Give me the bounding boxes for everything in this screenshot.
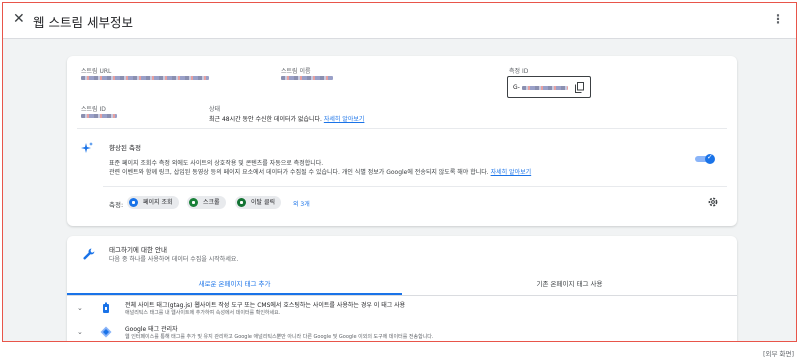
sparkle-icon — [81, 142, 93, 153]
enhanced-learn-more-link[interactable]: 자세히 알아보기 — [491, 169, 532, 176]
chip-label: 스크롤 — [203, 199, 220, 206]
stream-id-value-redacted — [81, 114, 117, 118]
measuring-label: 측정: — [109, 201, 124, 209]
stream-details-card: 스트림 URL 스트림 이름 측정 ID G- 스트림 ID 상태 최근 48시… — [67, 56, 737, 226]
status-text: 최근 48시간 동안 수신한 데이터가 없습니다. 자세히 알아보기 — [209, 114, 364, 123]
chevron-down-icon[interactable]: ⌄ — [77, 304, 83, 312]
web-stream-details-panel: ✕ 웹 스트림 세부정보 ⋮ 스트림 URL 스트림 이름 측정 ID G- 스… — [2, 2, 797, 342]
stream-name-label: 스트림 이름 — [281, 68, 311, 75]
tagging-tabs: 새로운 온페이지 태그 추가 기존 온페이지 태그 사용 — [67, 273, 737, 295]
page-view-icon — [129, 198, 138, 207]
tab-existing-onpage-tag[interactable]: 기존 온페이지 태그 사용 — [402, 273, 737, 295]
list-item-title: 전체 사이트 태그(gtag.js) 웹사이트 작성 도구 또는 CMS에서 호… — [125, 302, 406, 309]
list-item-desc: 애널리틱스 태그를 내 웹사이트에 추가하여 속성에서 데이터를 확인하세요. — [125, 310, 281, 316]
divider — [67, 295, 737, 296]
stream-id-label: 스트림 ID — [81, 106, 106, 113]
status-message: 최근 48시간 동안 수신한 데이터가 없습니다. — [209, 116, 322, 123]
list-item-gtag[interactable]: ⌄ 전체 사이트 태그(gtag.js) 웹사이트 작성 도구 또는 CMS에서… — [67, 298, 737, 320]
more-options-icon[interactable]: ⋮ — [772, 12, 784, 26]
chip-scroll: 스크롤 — [187, 196, 226, 209]
top-bar: ✕ 웹 스트림 세부정보 ⋮ — [3, 3, 796, 39]
lock-tag-icon — [103, 302, 109, 313]
stream-url-label: 스트림 URL — [81, 68, 112, 75]
measurement-id-label: 측정 ID — [509, 68, 529, 75]
tab-label: 새로운 온페이지 태그 추가 — [198, 280, 271, 288]
list-item-tag-manager[interactable]: ⌄ Google 태그 관리자 웹 인터페이스를 통해 태그를 추가 및 유지 … — [67, 322, 737, 341]
status-learn-more-link[interactable]: 자세히 알아보기 — [324, 116, 365, 123]
chevron-down-icon[interactable]: ⌄ — [77, 328, 83, 336]
close-icon[interactable]: ✕ — [13, 11, 25, 27]
chip-outbound-click: 이탈 클릭 — [235, 196, 281, 209]
stream-url-value-redacted — [81, 76, 209, 80]
tagging-subtitle: 다음 중 하나를 사용하여 데이터 수집을 시작하세요. — [109, 256, 239, 263]
enhanced-measurement-toggle[interactable] — [695, 153, 715, 164]
list-item-desc: 웹 인터페이스를 통해 태그를 추가 및 유지 관리하고 Google 애널리틱… — [125, 334, 434, 340]
measurement-id-value-redacted — [522, 86, 568, 90]
more-events-link[interactable]: 외 3개 — [293, 199, 310, 208]
tab-label: 기존 온페이지 태그 사용 — [536, 280, 603, 288]
chip-page-views: 페이지 조회 — [127, 196, 179, 209]
footnote: [외부 화면] — [762, 350, 794, 358]
measurement-id-box: G- — [507, 76, 591, 98]
outbound-click-icon — [237, 198, 246, 207]
divider — [77, 128, 727, 129]
wrench-icon — [83, 248, 95, 260]
copy-icon[interactable] — [575, 82, 584, 93]
measurement-id-prefix: G- — [513, 84, 520, 91]
gear-icon[interactable] — [707, 196, 719, 208]
tag-manager-icon — [100, 326, 112, 338]
toggle-knob — [705, 153, 715, 164]
enhanced-measurement-title: 향상된 측정 — [109, 144, 141, 152]
enhanced-desc-line1: 표준 페이지 조회수 측정 외에도 사이트의 상호작용 및 콘텐츠를 자동으로 … — [109, 160, 324, 167]
stream-name-value-redacted — [281, 76, 333, 80]
tagging-title: 태그하기에 대한 안내 — [109, 246, 167, 254]
tab-new-onpage-tag[interactable]: 새로운 온페이지 태그 추가 — [67, 273, 402, 295]
tagging-instructions-card: 태그하기에 대한 안내 다음 중 하나를 사용하여 데이터 수집을 시작하세요.… — [67, 236, 737, 341]
scroll-icon — [189, 198, 198, 207]
enhanced-desc-text: 관련 이벤트와 함께 링크, 삽입된 동영상 등의 페이지 요소에서 데이터가 … — [109, 169, 489, 176]
status-label: 상태 — [209, 106, 221, 113]
chip-label: 이탈 클릭 — [251, 199, 275, 206]
page-title: 웹 스트림 세부정보 — [33, 15, 133, 30]
enhanced-desc-line2: 관련 이벤트와 함께 링크, 삽입된 동영상 등의 페이지 요소에서 데이터가 … — [109, 167, 531, 176]
list-item-title: Google 태그 관리자 — [125, 326, 178, 333]
chip-label: 페이지 조회 — [143, 199, 173, 206]
divider — [103, 186, 727, 187]
